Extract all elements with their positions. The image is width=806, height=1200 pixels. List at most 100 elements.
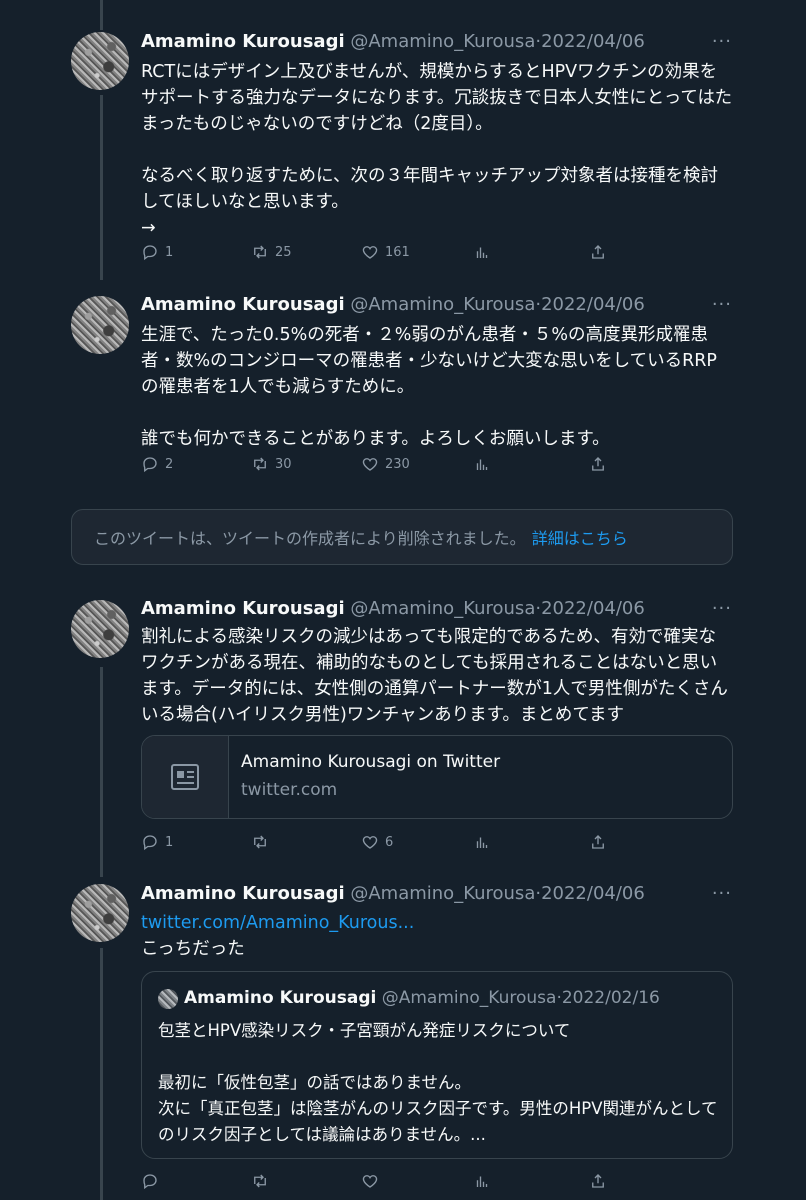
avatar[interactable] [71, 600, 129, 658]
tweet-header: Amamino Kurousagi @Amamino_Kurousa·2022/… [141, 883, 736, 909]
tweet[interactable]: Amamino Kurousagi @Amamino_Kurousa·2022/… [0, 590, 806, 870]
more-options-icon[interactable]: ··· [712, 31, 732, 52]
analytics-icon [476, 1176, 488, 1187]
quoted-tweet[interactable]: Amamino Kurousagi @Amamino_Kurousa·2022/… [141, 971, 733, 1159]
share-icon [592, 245, 604, 259]
like-count: 161 [385, 244, 410, 260]
retweet-icon [254, 457, 266, 471]
reply-icon [143, 1174, 157, 1190]
link-card[interactable]: Amamino Kurousagi on Twitter twitter.com [141, 735, 733, 819]
analytics-button[interactable] [473, 1172, 491, 1190]
learn-more-link[interactable]: 詳細はこちら [532, 525, 628, 549]
tweet-text: twitter.com/Amamino_Kurous... こっちだった [141, 910, 733, 962]
tweet-paragraph: 生涯で、たった0.5%の死者・２%弱のがん患者・５%の高度異形成罹患者・数%のコ… [141, 325, 717, 397]
author-name[interactable]: Amamino Kurousagi [141, 598, 345, 619]
heart-icon [362, 246, 378, 259]
tweet-paragraph: → [141, 218, 156, 238]
quoted-avatar [158, 989, 178, 1009]
reply-count: 2 [165, 456, 174, 472]
retweet-icon [254, 245, 266, 259]
heart-icon [362, 458, 378, 471]
retweet-button[interactable] [251, 1172, 275, 1190]
tweet-actions: 1 6 [141, 833, 611, 855]
tweet-header: Amamino Kurousagi @Amamino_Kurousa·2022/… [141, 31, 736, 57]
tweet-paragraph: 割礼による感染リスクの減少はあっても限定的であるため、有効で確実なワクチンがある… [141, 627, 728, 725]
tweet-paragraph: なるべく取り返すために、次の３年間キャッチアップ対象者は接種を検討してほしいなと… [141, 166, 718, 212]
author-name[interactable]: Amamino Kurousagi [141, 31, 345, 52]
reply-button[interactable] [141, 1172, 165, 1190]
reply-count: 1 [165, 834, 174, 850]
like-button[interactable]: 161 [361, 243, 410, 261]
reply-button[interactable]: 1 [141, 243, 173, 261]
avatar[interactable] [71, 884, 129, 942]
share-button[interactable] [589, 833, 607, 851]
retweet-button[interactable] [251, 833, 275, 851]
analytics-button[interactable] [473, 833, 491, 851]
tweet-paragraph: 誰でも何かできることがあります。よろしくお願いします。 [141, 429, 610, 449]
tweet[interactable]: Amamino Kurousagi @Amamino_Kurousa·2022/… [0, 0, 806, 280]
tweet-date[interactable]: 2022/04/06 [541, 294, 645, 315]
reply-button[interactable]: 2 [141, 455, 173, 473]
more-options-icon[interactable]: ··· [712, 598, 732, 619]
share-icon [592, 457, 604, 471]
author-handle[interactable]: @Amamino_Kurousa [350, 883, 535, 904]
avatar[interactable] [71, 32, 129, 90]
quoted-tweet-date: 2022/02/16 [561, 988, 660, 1008]
like-button[interactable]: 230 [361, 455, 410, 473]
tweet-date[interactable]: 2022/04/06 [541, 883, 645, 904]
retweet-icon [254, 835, 266, 849]
author-handle[interactable]: @Amamino_Kurousa [350, 31, 535, 52]
article-icon [171, 764, 199, 790]
quoted-paragraph: 最初に「仮性包茎」の話ではありません。 次に「真正包茎」は陰茎がんのリスク因子で… [158, 1073, 718, 1144]
tweet-paragraph: RCTにはデザイン上及びませんが、規模からするとHPVワクチンの効果をサポートす… [141, 62, 733, 134]
quoted-paragraph: 包茎とHPV感染リスク・子宮頸がん発症リスクについて [158, 1021, 571, 1040]
more-options-icon[interactable]: ··· [712, 294, 732, 315]
quoted-tweet-text: 包茎とHPV感染リスク・子宮頸がん発症リスクについて 最初に「仮性包茎」の話では… [158, 1018, 718, 1148]
tweet-actions [141, 1172, 611, 1194]
quoted-author-handle: @Amamino_Kurousa [381, 988, 557, 1008]
retweet-icon [254, 1174, 266, 1188]
reply-icon [143, 245, 157, 261]
share-icon [592, 835, 604, 849]
retweet-button[interactable]: 30 [251, 455, 292, 473]
reply-count: 1 [165, 244, 174, 260]
heart-icon [362, 1175, 378, 1188]
deleted-tweet-notice: このツイートは、ツイートの作成者により削除されました。 詳細はこちら [71, 509, 733, 565]
tweet-header: Amamino Kurousagi @Amamino_Kurousa·2022/… [141, 598, 736, 624]
analytics-icon [476, 247, 488, 258]
reply-icon [143, 457, 157, 473]
tweet-actions: 2 30 230 [141, 455, 611, 477]
retweet-button[interactable]: 25 [251, 243, 292, 261]
like-button[interactable] [361, 1172, 385, 1190]
tweet-header: Amamino Kurousagi @Amamino_Kurousa·2022/… [141, 294, 736, 320]
tweet-date[interactable]: 2022/04/06 [541, 598, 645, 619]
like-button[interactable]: 6 [361, 833, 393, 851]
reply-button[interactable]: 1 [141, 833, 173, 851]
analytics-icon [476, 459, 488, 470]
tweet-date[interactable]: 2022/04/06 [541, 31, 645, 52]
quoted-tweet-header: Amamino Kurousagi @Amamino_Kurousa·2022/… [184, 988, 660, 1008]
heart-icon [362, 836, 378, 849]
share-button[interactable] [589, 243, 607, 261]
tweet-paragraph: こっちだった [141, 939, 245, 959]
tweet-actions: 1 25 161 [141, 243, 611, 265]
analytics-button[interactable] [473, 455, 491, 473]
retweet-count: 25 [275, 244, 292, 260]
like-count: 6 [385, 834, 394, 850]
author-handle[interactable]: @Amamino_Kurousa [350, 294, 535, 315]
avatar[interactable] [71, 296, 129, 354]
quoted-author-name: Amamino Kurousagi [184, 988, 377, 1008]
tweet[interactable]: Amamino Kurousagi @Amamino_Kurousa·2022/… [0, 280, 806, 490]
reply-icon [143, 835, 157, 851]
analytics-button[interactable] [473, 243, 491, 261]
card-domain: twitter.com [241, 780, 338, 800]
author-handle[interactable]: @Amamino_Kurousa [350, 598, 535, 619]
author-name[interactable]: Amamino Kurousagi [141, 294, 345, 315]
author-name[interactable]: Amamino Kurousagi [141, 883, 345, 904]
deleted-notice-text: このツイートは、ツイートの作成者により削除されました。 [94, 529, 526, 548]
share-button[interactable] [589, 455, 607, 473]
share-button[interactable] [589, 1172, 607, 1190]
tweet-text: 割礼による感染リスクの減少はあっても限定的であるため、有効で確実なワクチンがある… [141, 624, 733, 728]
more-options-icon[interactable]: ··· [712, 883, 732, 904]
tweet-link[interactable]: twitter.com/Amamino_Kurous... [141, 910, 733, 936]
